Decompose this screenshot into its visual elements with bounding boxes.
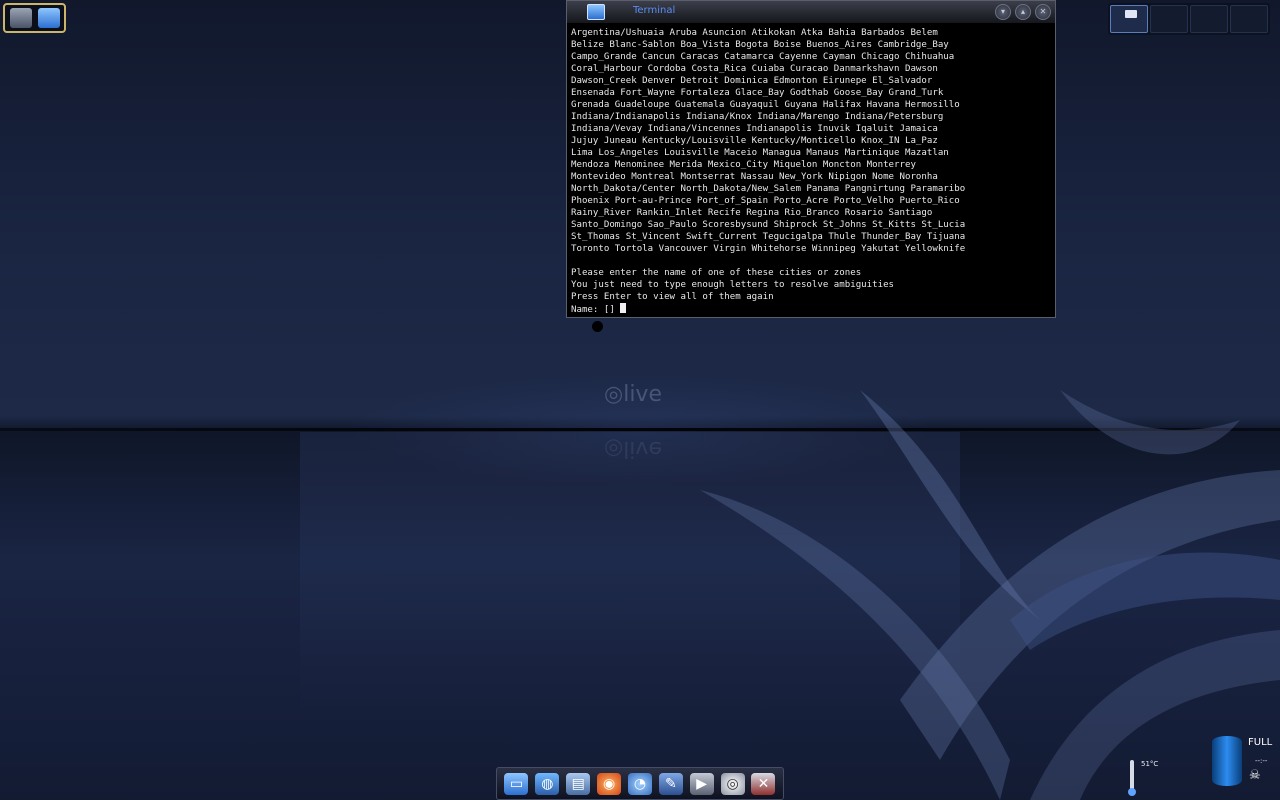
battery-status: FULL: [1248, 737, 1273, 748]
temperature-readout: 51°C: [1141, 760, 1159, 768]
media-icon[interactable]: ▶: [689, 772, 714, 795]
olive-logo: ◎live: [604, 382, 662, 407]
terminal-line: Lima Los_Angeles Louisville Maceio Manag…: [571, 148, 949, 158]
terminal-line: Rainy_River Rankin_Inlet Recife Regina R…: [571, 208, 933, 218]
computer-icon[interactable]: ▭: [504, 772, 529, 795]
terminal-line: Phoenix Port-au-Prince Port_of_Spain Por…: [571, 196, 960, 206]
pager-desktop-4[interactable]: [1230, 5, 1268, 33]
terminal-prompt: Name: []: [571, 305, 621, 313]
olive-logo-reflection: ◎live: [604, 436, 662, 461]
messenger-icon[interactable]: ◔: [627, 772, 652, 795]
terminal-line: You just need to type enough letters to …: [571, 280, 895, 290]
battery-time: --:--: [1255, 757, 1268, 765]
quick-launcher: [3, 3, 66, 33]
terminal-titlebar[interactable]: Terminal ▾ ▴ ✕: [567, 1, 1055, 23]
terminal-line: Dawson_Creek Denver Detroit Dominica Edm…: [571, 76, 933, 86]
pager-desktop-3[interactable]: [1190, 5, 1228, 33]
show-desktop-icon[interactable]: [37, 8, 60, 28]
terminal-line: Mendoza Menominee Merida Mexico_City Miq…: [571, 160, 916, 170]
terminal-line: Coral_Harbour Cordoba Costa_Rica Cuiaba …: [571, 64, 938, 74]
terminal-line: Argentina/Ushuaia Aruba Asuncion Atikoka…: [571, 28, 938, 38]
terminal-window: Terminal ▾ ▴ ✕ Argentina/Ushuaia Aruba A…: [566, 0, 1056, 318]
desktop-pager: [1108, 3, 1270, 35]
pager-desktop-2[interactable]: [1150, 5, 1188, 33]
close-button[interactable]: ✕: [1035, 4, 1051, 20]
tools-icon[interactable]: ✕: [751, 772, 776, 795]
terminal-line: Ensenada Fort_Wayne Fortaleza Glace_Bay …: [571, 88, 944, 98]
terminal-line: Campo_Grande Cancun Caracas Catamarca Ca…: [571, 52, 955, 62]
disc-icon[interactable]: ◎: [720, 772, 745, 795]
pager-desktop-1[interactable]: [1110, 5, 1148, 33]
minimize-button[interactable]: ▾: [995, 4, 1011, 20]
terminal-line: St_Thomas St_Vincent Swift_Current Teguc…: [571, 232, 966, 242]
terminal-line: Belize Blanc-Sablon Boa_Vista Bogota Boi…: [571, 40, 949, 50]
network-icon[interactable]: ◍: [535, 772, 560, 795]
thermometer-icon: [1128, 760, 1136, 796]
terminal-app-icon[interactable]: [587, 4, 605, 20]
terminal-line: North_Dakota/Center North_Dakota/New_Sal…: [571, 184, 966, 194]
files-icon[interactable]: ▤: [566, 772, 591, 795]
mouse-pointer: [592, 321, 603, 332]
terminal-line: Montevideo Montreal Montserrat Nassau Ne…: [571, 172, 938, 182]
window-title: Terminal: [633, 5, 676, 16]
graphics-icon[interactable]: ✎: [658, 772, 683, 795]
terminal-line: Grenada Guadeloupe Guatemala Guayaquil G…: [571, 100, 960, 110]
text-cursor: [620, 303, 627, 313]
skull-icon[interactable]: ☠: [1249, 768, 1261, 783]
terminal-line: Press Enter to view all of them again: [571, 292, 774, 302]
terminal-line: Indiana/Vevay Indiana/Vincennes Indianap…: [571, 124, 938, 134]
maximize-button[interactable]: ▴: [1015, 4, 1031, 20]
terminal-line: Jujuy Juneau Kentucky/Louisville Kentuck…: [571, 136, 938, 146]
terminal-line: Indiana/Indianapolis Indiana/Knox Indian…: [571, 112, 944, 122]
dock: ▭ ◍ ▤ ◉ ◔ ✎ ▶ ◎ ✕: [496, 767, 784, 800]
desktop-settings-icon[interactable]: [9, 8, 32, 28]
terminal-line: Santo_Domingo Sao_Paulo Scoresbysund Shi…: [571, 220, 966, 230]
terminal-output[interactable]: Argentina/Ushuaia Aruba Asuncion Atikoka…: [571, 27, 1051, 313]
window-thumbnail: [1125, 10, 1137, 18]
battery-icon[interactable]: [1212, 736, 1242, 786]
terminal-line: Please enter the name of one of these ci…: [571, 268, 862, 278]
terminal-line: Toronto Tortola Vancouver Virgin Whiteho…: [571, 244, 966, 254]
browser-icon[interactable]: ◉: [597, 772, 622, 795]
